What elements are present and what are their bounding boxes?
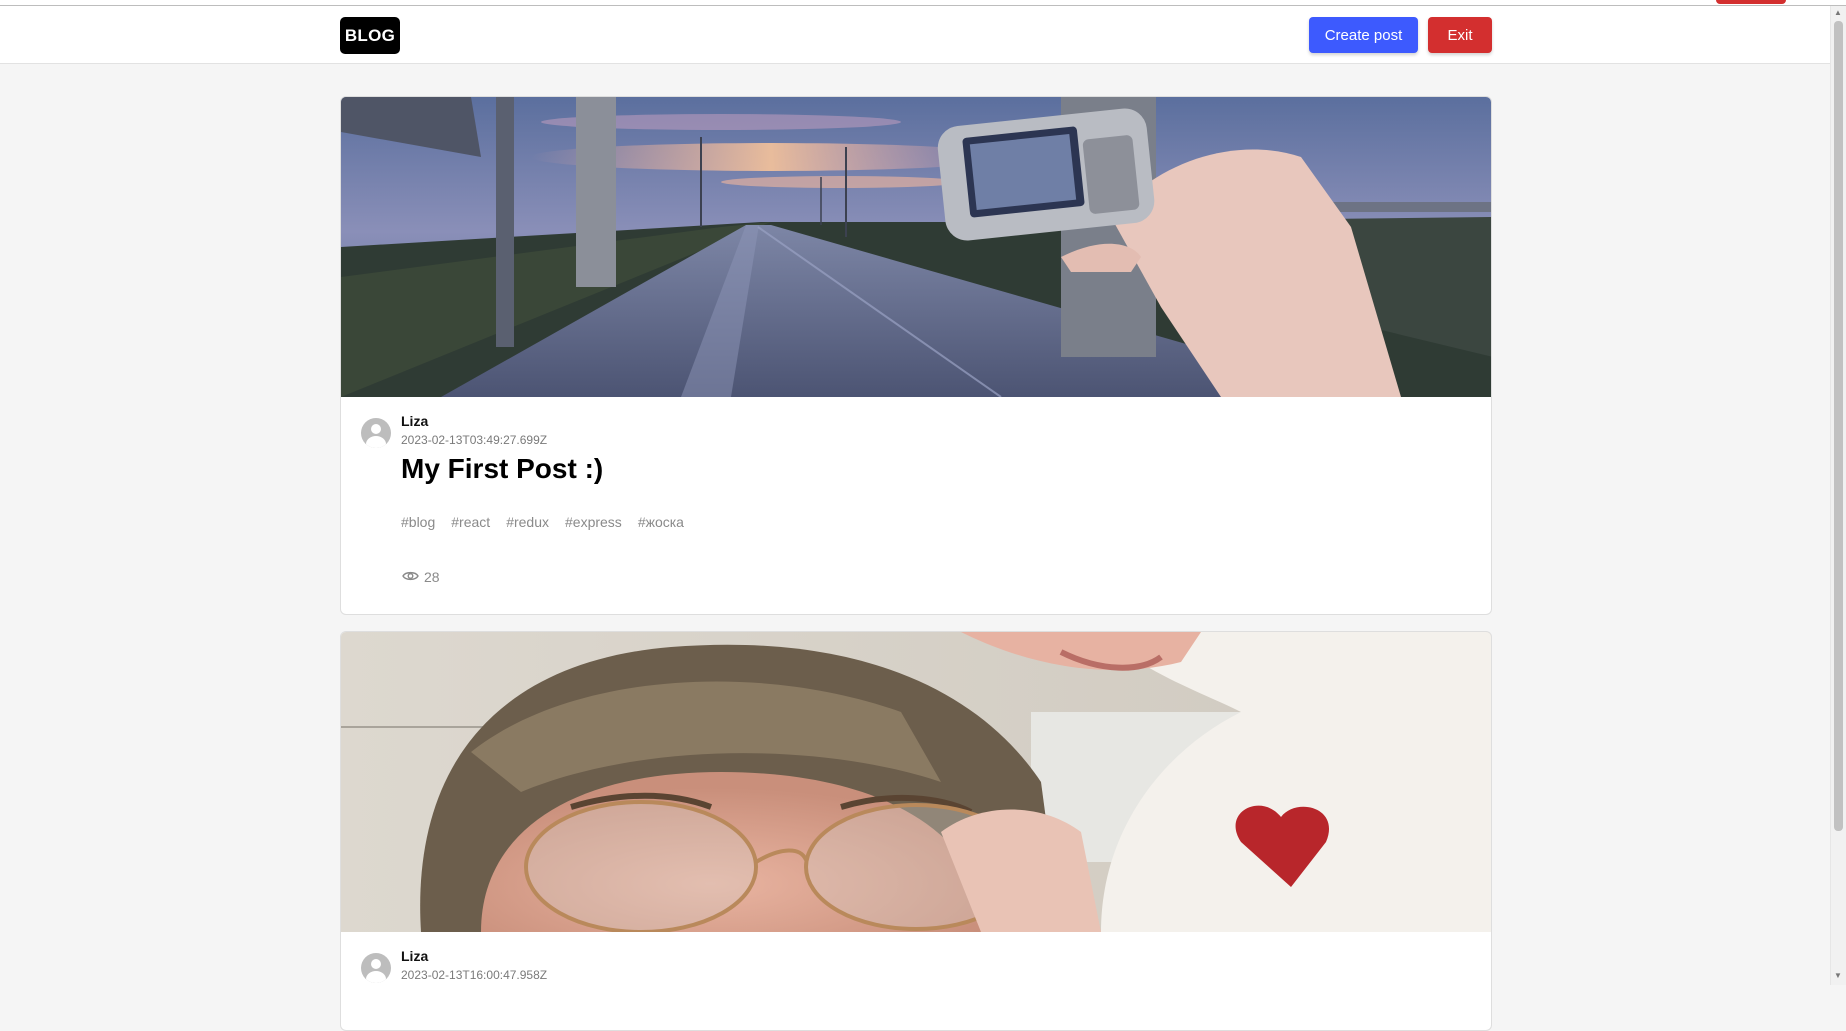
site-header: BLOG Create post Exit — [0, 6, 1830, 64]
eye-icon — [402, 569, 419, 585]
scroll-up-arrow-icon[interactable]: ▲ — [1834, 9, 1842, 17]
tag-express[interactable]: #express — [565, 514, 622, 530]
views-count: 28 — [424, 569, 440, 585]
user-avatar-icon — [361, 418, 391, 448]
post-card: Liza 2023-02-13T03:49:27.699Z My First P… — [340, 96, 1492, 615]
tag-redux[interactable]: #redux — [506, 514, 549, 530]
tag-zhoska[interactable]: #жоска — [638, 514, 684, 530]
scroll-down-arrow-icon[interactable]: ▼ — [1834, 972, 1842, 980]
post-date: 2023-02-13T16:00:47.958Z — [401, 968, 548, 982]
post-image[interactable] — [341, 632, 1491, 932]
tag-blog[interactable]: #blog — [401, 514, 435, 530]
exit-button[interactable]: Exit — [1428, 17, 1492, 53]
create-post-button[interactable]: Create post — [1309, 17, 1418, 53]
user-avatar-icon — [361, 953, 391, 983]
blog-logo[interactable]: BLOG — [340, 17, 400, 54]
post-views: 28 — [402, 569, 440, 585]
post-title[interactable]: My First Post :) — [401, 453, 603, 485]
post-date: 2023-02-13T03:49:27.699Z — [401, 433, 548, 447]
post-card: Liza 2023-02-13T16:00:47.958Z — [340, 631, 1492, 1031]
page-scrollbar[interactable]: ▲ ▼ — [1830, 6, 1846, 985]
post-author: Liza — [401, 413, 429, 429]
post-author: Liza — [401, 948, 429, 964]
post-image[interactable] — [341, 97, 1491, 397]
scrollbar-thumb[interactable] — [1834, 21, 1843, 831]
tag-react[interactable]: #react — [451, 514, 490, 530]
post-tags: #blog #react #redux #express #жоска — [401, 514, 684, 530]
browser-tab-indicator — [1716, 0, 1786, 4]
